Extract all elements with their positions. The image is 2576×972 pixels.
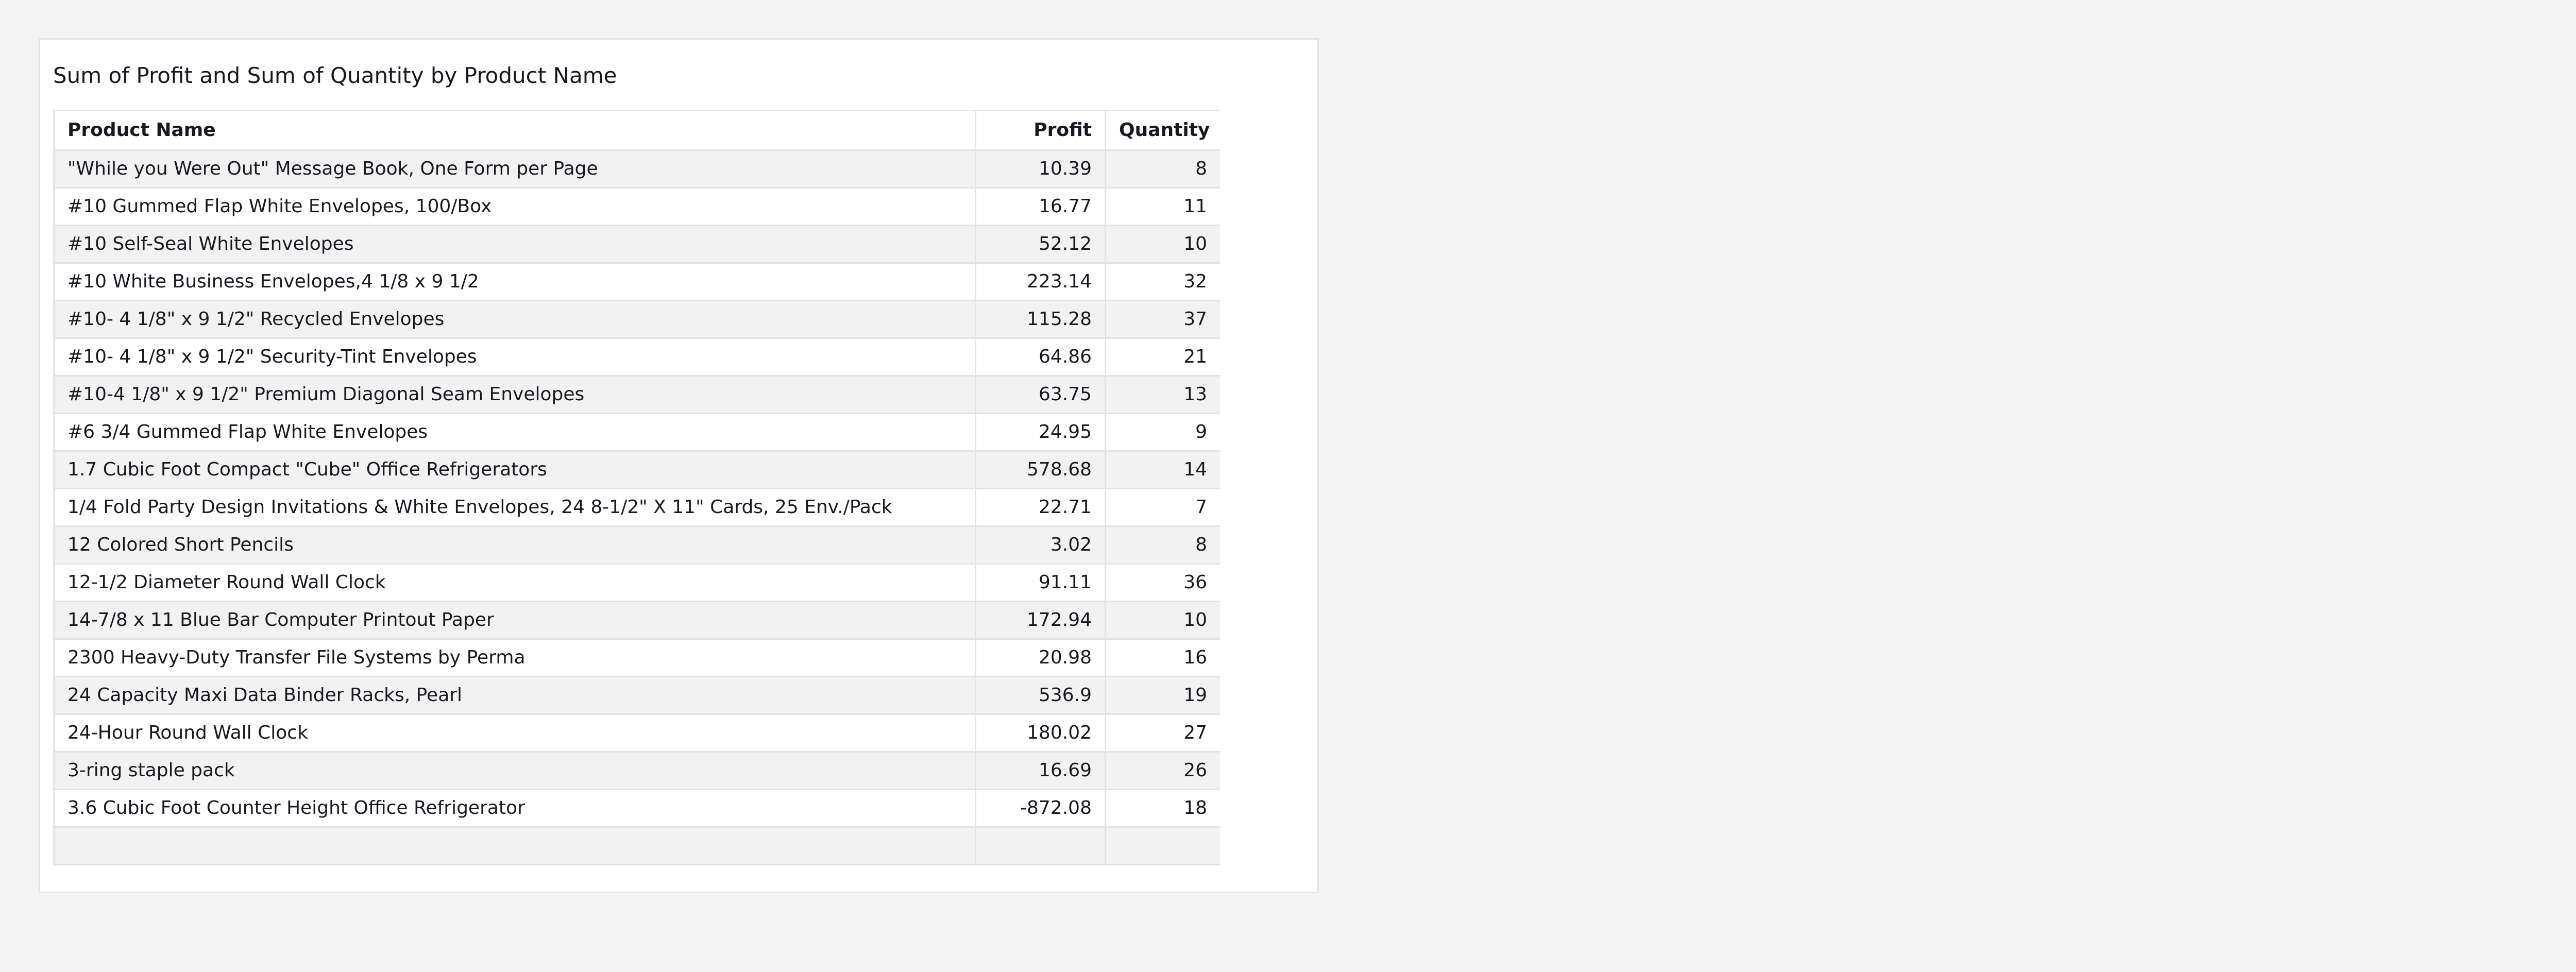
cell-profit: 578.68 [975, 450, 1106, 489]
cell-product-name: 1/4 Fold Party Design Invitations & Whit… [53, 488, 976, 527]
table-body: "While you Were Out" Message Book, One F… [53, 149, 1220, 865]
cell-product-name: 12-1/2 Diameter Round Wall Clock [53, 563, 976, 602]
column-header-product-name[interactable]: Product Name [53, 110, 976, 151]
cell-quantity: 16 [1105, 638, 1220, 677]
visual-title: Sum of Profit and Sum of Quantity by Pro… [53, 63, 617, 88]
cell-product-name: 24-Hour Round Wall Clock [53, 713, 976, 753]
cell-quantity: 21 [1105, 337, 1220, 377]
table-row[interactable]: 12-1/2 Diameter Round Wall Clock 91.11 3… [53, 563, 1220, 602]
table-row[interactable]: 3.6 Cubic Foot Counter Height Office Ref… [53, 789, 1220, 828]
cell-profit: 3.02 [975, 525, 1106, 565]
cell-profit: 24.95 [975, 413, 1106, 452]
table-row[interactable]: 3-ring staple pack 16.69 26 [53, 751, 1220, 790]
table-row[interactable]: #10 Gummed Flap White Envelopes, 100/Box… [53, 187, 1220, 226]
table-scroll-area[interactable]: Product Name Profit Quantity "While you … [53, 110, 1220, 892]
column-header-quantity[interactable]: Quantity [1105, 110, 1220, 151]
table-row[interactable]: 14-7/8 x 11 Blue Bar Computer Printout P… [53, 601, 1220, 640]
cell-profit: 536.9 [975, 676, 1106, 715]
cell-profit: 180.02 [975, 713, 1106, 753]
cell-profit: 115.28 [975, 300, 1106, 339]
table-row[interactable]: 24-Hour Round Wall Clock 180.02 27 [53, 713, 1220, 753]
table-row[interactable]: #10- 4 1/8" x 9 1/2" Recycled Envelopes … [53, 300, 1220, 339]
cell-profit: 223.14 [975, 262, 1106, 301]
cell-profit: 52.12 [975, 225, 1106, 264]
cell-product-name: 3-ring staple pack [53, 751, 976, 790]
table-row[interactable]: #6 3/4 Gummed Flap White Envelopes 24.95… [53, 413, 1220, 452]
table-row[interactable]: #10 White Business Envelopes,4 1/8 x 9 1… [53, 262, 1220, 301]
cell-product-name: 1.7 Cubic Foot Compact "Cube" Office Ref… [53, 450, 976, 489]
cell-quantity: 18 [1105, 789, 1220, 828]
cell-profit: 16.69 [975, 751, 1106, 790]
cell-profit: 22.71 [975, 488, 1106, 527]
cell-quantity: 14 [1105, 450, 1220, 489]
cell-quantity: 10 [1105, 601, 1220, 640]
cell-product-name: "While you Were Out" Message Book, One F… [53, 149, 976, 189]
table-row[interactable]: 12 Colored Short Pencils 3.02 8 [53, 525, 1220, 565]
table-row[interactable]: #10-4 1/8" x 9 1/2" Premium Diagonal Sea… [53, 375, 1220, 414]
cell-quantity: 27 [1105, 713, 1220, 753]
cell-product-name: 12 Colored Short Pencils [53, 525, 976, 565]
cell-profit: 91.11 [975, 563, 1106, 602]
cell-product-name: #10- 4 1/8" x 9 1/2" Recycled Envelopes [53, 300, 976, 339]
cell-quantity: 36 [1105, 563, 1220, 602]
table-row-partial[interactable] [53, 826, 1220, 865]
column-header-profit[interactable]: Profit [975, 110, 1106, 151]
cell-product-name: #10 White Business Envelopes,4 1/8 x 9 1… [53, 262, 976, 301]
table-row[interactable]: 1/4 Fold Party Design Invitations & Whit… [53, 488, 1220, 527]
cell-quantity: 26 [1105, 751, 1220, 790]
cell-profit: 64.86 [975, 337, 1106, 377]
cell-product-name: #6 3/4 Gummed Flap White Envelopes [53, 413, 976, 452]
cell-product-name: 24 Capacity Maxi Data Binder Racks, Pear… [53, 676, 976, 715]
cell-profit: 20.98 [975, 638, 1106, 677]
cell-profit: 63.75 [975, 375, 1106, 414]
cell-quantity: 8 [1105, 525, 1220, 565]
cell-product-name: 2300 Heavy-Duty Transfer File Systems by… [53, 638, 976, 677]
cell-product-name: 14-7/8 x 11 Blue Bar Computer Printout P… [53, 601, 976, 640]
cell-quantity: 19 [1105, 676, 1220, 715]
table-row[interactable]: #10 Self-Seal White Envelopes 52.12 10 [53, 225, 1220, 264]
table-row[interactable]: "While you Were Out" Message Book, One F… [53, 149, 1220, 189]
cell-quantity: 8 [1105, 149, 1220, 189]
cell-product-name: #10-4 1/8" x 9 1/2" Premium Diagonal Sea… [53, 375, 976, 414]
cell-profit: 172.94 [975, 601, 1106, 640]
cell-quantity: 9 [1105, 413, 1220, 452]
cell-profit: -872.08 [975, 789, 1106, 828]
cell-quantity: 10 [1105, 225, 1220, 264]
cell-quantity: 7 [1105, 488, 1220, 527]
cell-quantity: 11 [1105, 187, 1220, 226]
cell-quantity: 32 [1105, 262, 1220, 301]
table-row[interactable]: 24 Capacity Maxi Data Binder Racks, Pear… [53, 676, 1220, 715]
data-table: Product Name Profit Quantity "While you … [53, 110, 1220, 865]
cell-quantity: 37 [1105, 300, 1220, 339]
pivot-table-visual[interactable]: Sum of Profit and Sum of Quantity by Pro… [39, 38, 1319, 893]
cell-product-name: 3.6 Cubic Foot Counter Height Office Ref… [53, 789, 976, 828]
table-row[interactable]: 1.7 Cubic Foot Compact "Cube" Office Ref… [53, 450, 1220, 489]
header-row: Product Name Profit Quantity [53, 110, 1220, 151]
cell-product-name: #10 Self-Seal White Envelopes [53, 225, 976, 264]
cell-quantity: 13 [1105, 375, 1220, 414]
table-row[interactable]: #10- 4 1/8" x 9 1/2" Security-Tint Envel… [53, 337, 1220, 377]
cell-profit: 16.77 [975, 187, 1106, 226]
cell-profit: 10.39 [975, 149, 1106, 189]
cell-product-name: #10 Gummed Flap White Envelopes, 100/Box [53, 187, 976, 226]
table-row[interactable]: 2300 Heavy-Duty Transfer File Systems by… [53, 638, 1220, 677]
cell-product-name: #10- 4 1/8" x 9 1/2" Security-Tint Envel… [53, 337, 976, 377]
